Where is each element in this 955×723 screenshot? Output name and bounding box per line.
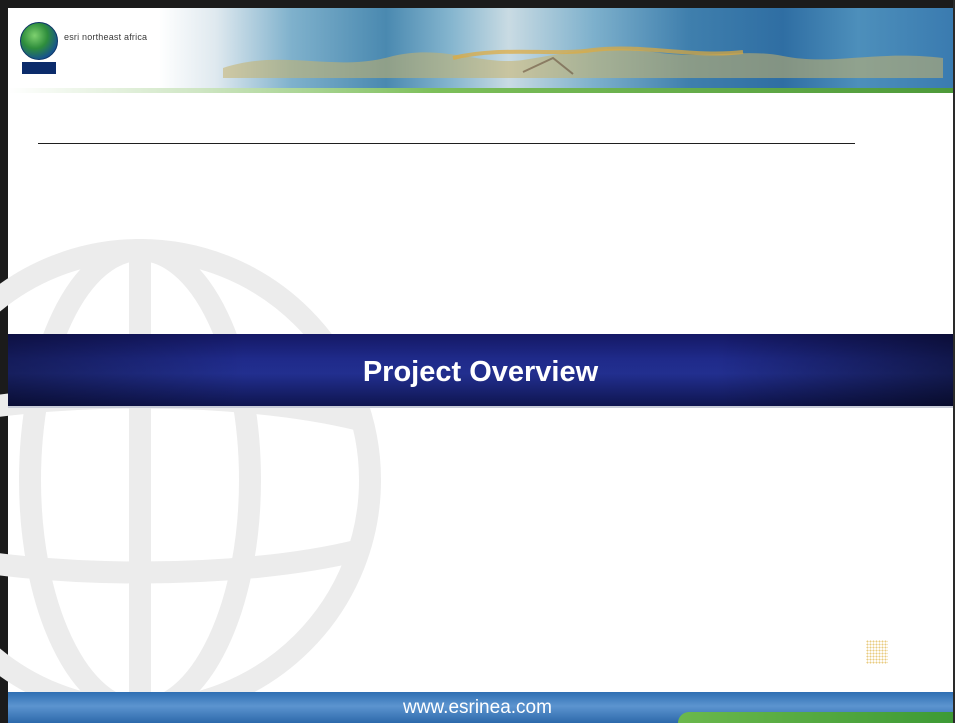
slide: esri northeast africa Project Overview w… — [0, 0, 955, 723]
header-map-strip — [223, 46, 943, 78]
logo-badge — [22, 62, 56, 80]
header-accent-strip — [8, 88, 953, 93]
footer-url[interactable]: www.esrinea.com — [0, 694, 955, 722]
divider-line — [38, 143, 855, 144]
header-banner: esri northeast africa — [8, 8, 953, 88]
logo-text: esri northeast africa — [64, 32, 148, 42]
slide-title: Project Overview — [362, 356, 599, 388]
globe-watermark-icon — [0, 239, 381, 721]
decorative-dots — [866, 640, 888, 664]
globe-icon — [20, 22, 58, 60]
frame-top — [0, 0, 955, 8]
title-band: Project Overview — [8, 334, 953, 408]
